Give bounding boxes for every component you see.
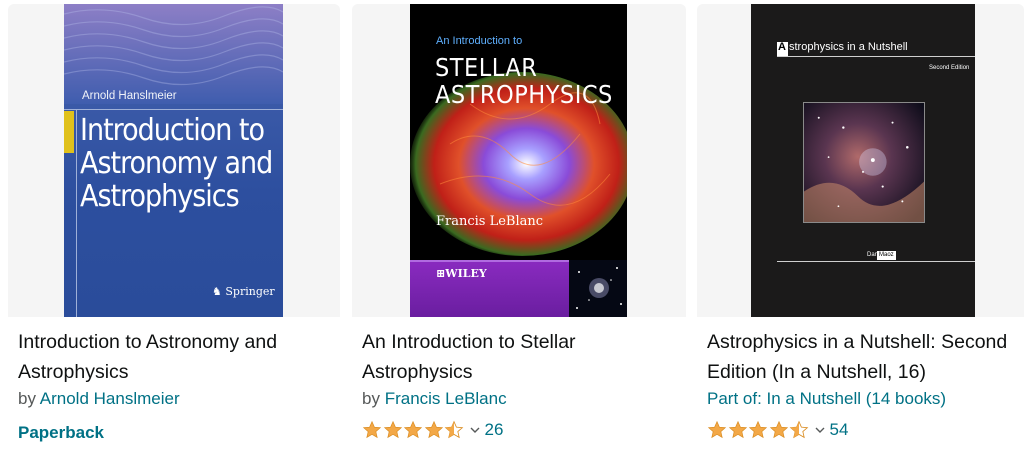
star-icon bbox=[403, 420, 423, 439]
author-link[interactable]: Francis LeBlanc bbox=[385, 389, 507, 408]
star-icon bbox=[383, 420, 402, 439]
book-cover-image[interactable]: An Introduction to STELLAR ASTROPHYSICS … bbox=[410, 4, 627, 317]
cover-author: Francis LeBlanc bbox=[436, 214, 544, 229]
half-star-icon bbox=[444, 420, 464, 439]
product-format-link[interactable]: Paperback bbox=[18, 423, 104, 443]
cover-subtitle: An Introduction to bbox=[436, 35, 523, 47]
chevron-down-icon[interactable] bbox=[814, 424, 826, 436]
star-rating[interactable] bbox=[362, 420, 465, 440]
cover-divider bbox=[777, 261, 975, 262]
book-cover-image[interactable]: Arnold Hanslmeier Introduction to Astron… bbox=[64, 4, 283, 317]
cover-divider-vertical bbox=[76, 109, 77, 317]
product-byline: by Francis LeBlanc bbox=[362, 389, 507, 408]
cover-author: Arnold Hanslmeier bbox=[82, 90, 177, 102]
cover-publisher: ⊞WILEY bbox=[436, 267, 487, 280]
product-image-container[interactable]: Arnold Hanslmeier Introduction to Astron… bbox=[8, 4, 340, 317]
star-icon bbox=[748, 420, 768, 439]
cover-author-last: Maoz bbox=[877, 251, 896, 260]
star-icon bbox=[769, 420, 788, 439]
cover-publisher-band bbox=[410, 260, 569, 317]
cover-title-line2: ASTROPHYSICS bbox=[435, 80, 613, 109]
series-link[interactable]: Part of: In a Nutshell (14 books) bbox=[707, 389, 946, 409]
product-byline: by Arnold Hanslmeier bbox=[18, 389, 180, 408]
product-image-container[interactable]: A strophysics in a Nutshell Second Editi… bbox=[697, 4, 1024, 317]
product-card: A strophysics in a Nutshell Second Editi… bbox=[697, 0, 1024, 456]
product-card: An Introduction to STELLAR ASTROPHYSICS … bbox=[352, 0, 686, 456]
cover-title: Introduction to Astronomy and Astrophysi… bbox=[80, 113, 273, 214]
star-icon bbox=[362, 420, 382, 439]
product-image-container[interactable]: An Introduction to STELLAR ASTROPHYSICS … bbox=[352, 4, 686, 317]
book-cover-image[interactable]: A strophysics in a Nutshell Second Editi… bbox=[751, 4, 975, 317]
star-rating[interactable] bbox=[707, 420, 810, 440]
cover-divider bbox=[64, 109, 283, 110]
rating-widget[interactable]: 54 bbox=[707, 418, 848, 442]
product-title[interactable]: An Introduction to Stellar Astrophysics bbox=[362, 327, 678, 387]
cover-band-highlight bbox=[410, 260, 569, 262]
product-title[interactable]: Introduction to Astronomy and Astrophysi… bbox=[18, 327, 332, 387]
star-cluster-image bbox=[569, 260, 627, 317]
wiley-logo-icon: ⊞ bbox=[436, 267, 446, 280]
cover-title: strophysics in a Nutshell bbox=[789, 41, 908, 53]
star-icon bbox=[728, 420, 747, 439]
product-card: Arnold Hanslmeier Introduction to Astron… bbox=[8, 0, 340, 456]
cover-publisher: ♞ Springer bbox=[212, 285, 275, 298]
cover-title-line1: STELLAR bbox=[435, 53, 538, 82]
rating-widget[interactable]: 26 bbox=[362, 418, 503, 442]
chevron-down-icon[interactable] bbox=[469, 424, 481, 436]
product-title[interactable]: Astrophysics in a Nutshell: Second Editi… bbox=[707, 327, 1016, 387]
rating-count-link[interactable]: 54 bbox=[830, 420, 849, 440]
rating-count-link[interactable]: 26 bbox=[485, 420, 504, 440]
cover-edition: Second Edition bbox=[929, 65, 970, 71]
cover-wave-pattern bbox=[64, 4, 283, 104]
author-link[interactable]: Arnold Hanslmeier bbox=[40, 389, 180, 408]
star-icon bbox=[424, 420, 443, 439]
cover-title-initial: A bbox=[778, 41, 786, 53]
cover-accent-bar bbox=[64, 111, 74, 153]
galaxy-photo-image bbox=[803, 102, 925, 223]
springer-logo-icon: ♞ bbox=[212, 285, 222, 298]
half-star-icon bbox=[789, 420, 809, 439]
star-icon bbox=[707, 420, 727, 439]
cover-divider bbox=[777, 56, 975, 57]
